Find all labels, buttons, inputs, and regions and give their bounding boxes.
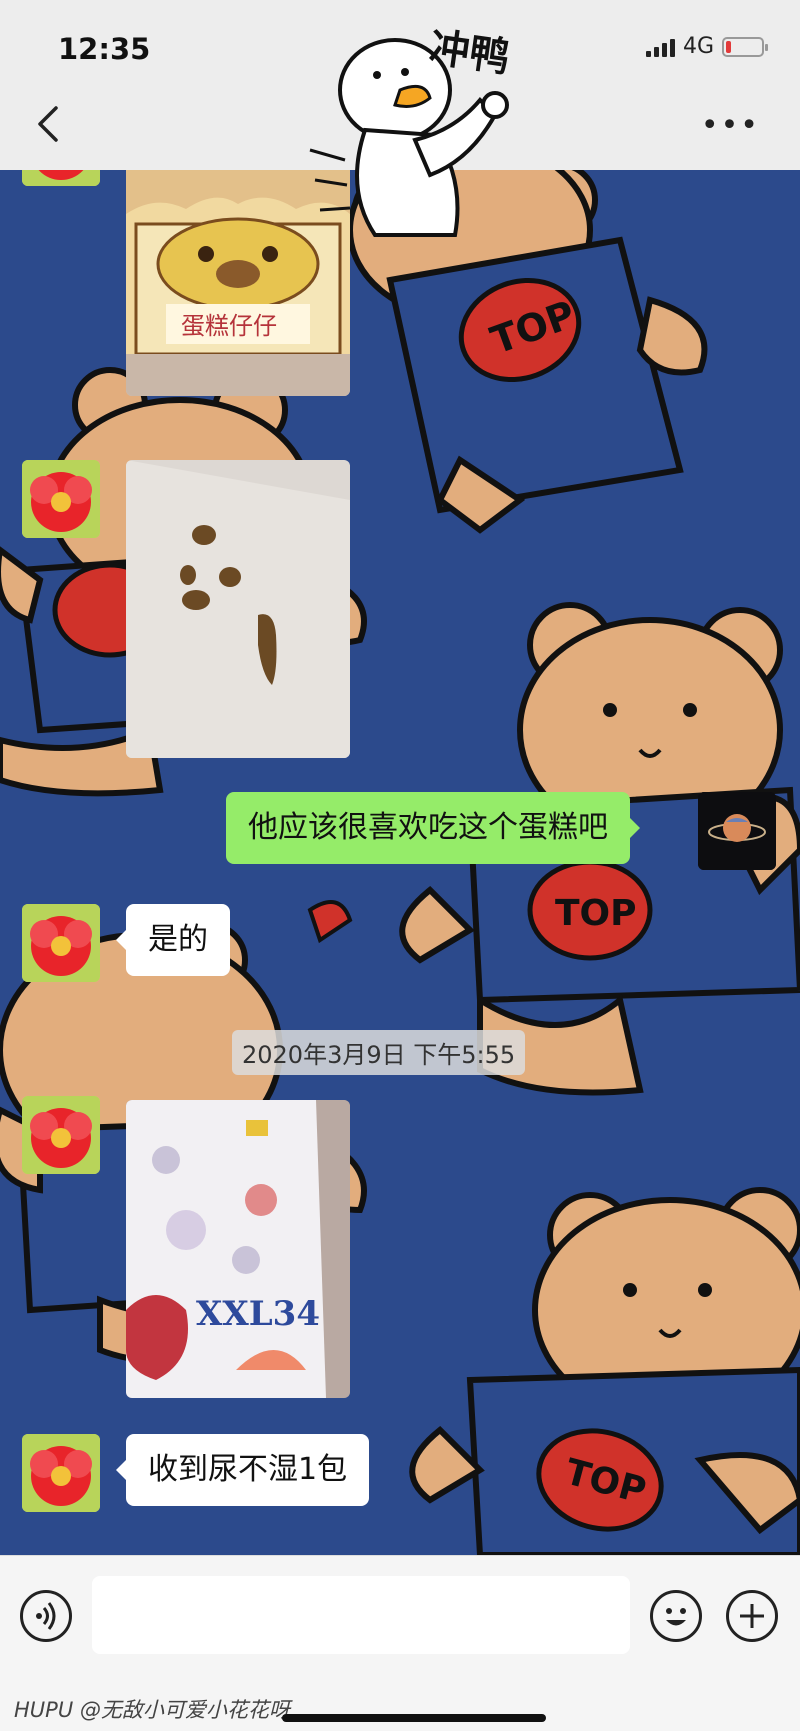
received-message-bubble[interactable]: 收到尿不湿1包 [115, 1434, 370, 1506]
contact-avatar[interactable] [22, 1434, 100, 1512]
contact-avatar[interactable] [22, 904, 100, 982]
watermark: HUPU @无敌小可爱小花花呀 [14, 1698, 290, 1722]
contact-avatar[interactable] [22, 460, 100, 538]
sticker-caption: 冲鸭 [426, 24, 513, 82]
flower-avatar-icon [22, 1096, 100, 1174]
message-timestamp: 2020年3月9日 下午5:55 [232, 1030, 526, 1075]
network-type: 4G [682, 34, 714, 59]
svg-text:蛋糕仔仔: 蛋糕仔仔 [181, 312, 277, 340]
svg-text:XXL34: XXL34 [196, 1294, 320, 1334]
flower-avatar-icon [22, 170, 100, 186]
flower-avatar-icon [22, 1434, 100, 1512]
planet-avatar-icon [698, 792, 776, 870]
contact-avatar[interactable] [22, 170, 100, 186]
chat-message-list[interactable]: TOP TOP TOP 蛋糕仔仔 他应该很喜欢吃这个蛋糕吧 是的 2020年3月… [0, 170, 800, 1555]
more-dots-icon[interactable]: ••• [701, 111, 760, 141]
home-indicator[interactable] [282, 1714, 546, 1722]
status-time: 12:35 [58, 32, 151, 66]
flower-avatar-icon [22, 904, 100, 982]
message-input[interactable] [92, 1576, 630, 1654]
battery-icon [722, 36, 768, 57]
droppings-photo[interactable] [126, 460, 350, 758]
svg-text:TOP: TOP [555, 893, 637, 934]
status-indicators: 4G [645, 34, 768, 59]
contact-avatar[interactable] [22, 1096, 100, 1174]
flower-avatar-icon [22, 460, 100, 538]
self-avatar[interactable] [698, 792, 776, 870]
signal-icon [645, 37, 675, 57]
input-toolbar: HUPU @无敌小可爱小花花呀 [0, 1555, 800, 1731]
diaper-pack-photo[interactable]: XXL34 [126, 1100, 350, 1398]
voice-icon[interactable] [20, 1590, 72, 1642]
emoji-icon[interactable] [650, 1590, 702, 1642]
received-message-bubble[interactable]: 是的 [116, 904, 230, 976]
chevron-left-icon[interactable] [34, 104, 64, 144]
plus-icon[interactable] [726, 1590, 778, 1642]
sent-message-bubble[interactable]: 他应该很喜欢吃这个蛋糕吧 [226, 792, 640, 864]
